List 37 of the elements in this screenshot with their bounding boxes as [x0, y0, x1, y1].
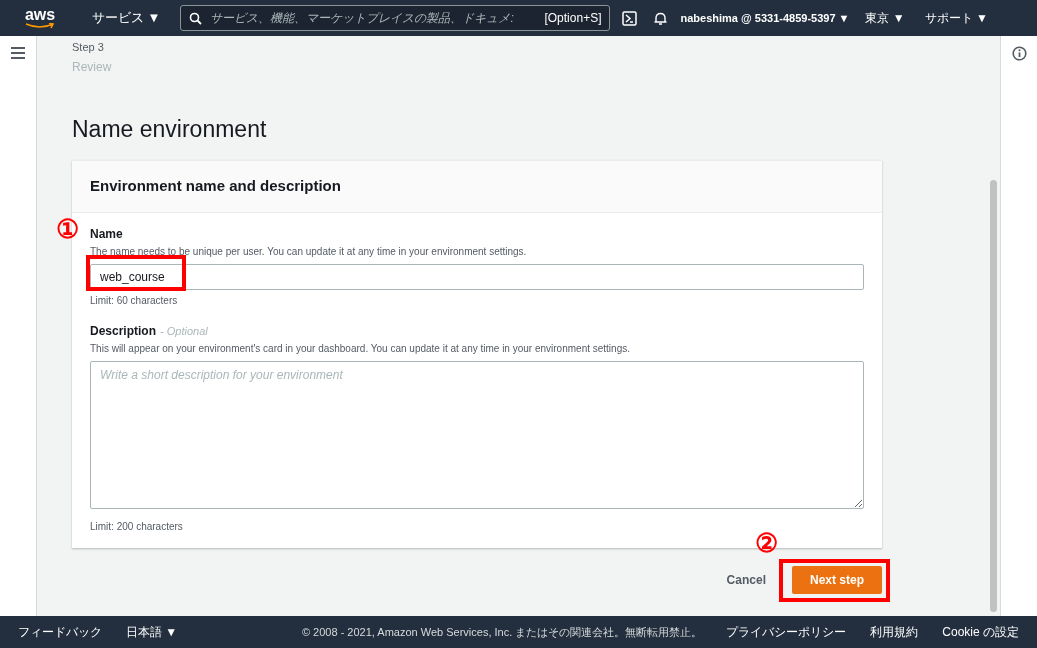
- search-icon: [189, 11, 203, 25]
- aws-logo[interactable]: aws: [24, 7, 56, 23]
- smile-arrow-icon: [25, 23, 55, 29]
- services-menu[interactable]: サービス ▼: [80, 8, 173, 28]
- optional-tag: - Optional: [160, 323, 208, 340]
- cancel-button[interactable]: Cancel: [726, 571, 766, 589]
- scrollbar[interactable]: [990, 180, 997, 612]
- annotation-number: ②: [755, 530, 778, 556]
- bell-icon[interactable]: [653, 10, 669, 26]
- account-menu[interactable]: nabeshima @ 5331-4859-5397 ▼: [680, 9, 850, 27]
- terminal-icon[interactable]: [622, 10, 638, 26]
- description-textarea[interactable]: Write a short description for your environment: [90, 361, 864, 509]
- feedback-link[interactable]: フィードバック: [18, 623, 102, 641]
- region-menu[interactable]: 東京 ▼: [865, 9, 905, 27]
- annotation-number: ①: [56, 216, 79, 242]
- footer-link[interactable]: プライバシーポリシー: [726, 623, 847, 641]
- footer-link[interactable]: 利用規約: [870, 623, 919, 641]
- page-title: Name environment: [72, 114, 268, 144]
- field-constraint: Limit: 60 characters: [90, 294, 179, 308]
- field-constraint: Limit: 200 characters: [90, 520, 184, 534]
- name-input[interactable]: web_course: [90, 264, 864, 290]
- card-title: Environment name and description: [90, 176, 341, 197]
- field-label: Description: [90, 323, 156, 340]
- copyright-text: © 2008 - 2021, Amazon Web Services, Inc. またはその関連会社。無断転用禁止。: [301, 624, 703, 640]
- footer-link[interactable]: Cookie の設定: [942, 623, 1019, 641]
- field-hint: This will appear on your environment's card in your dashboard. You can update it at any time in your environment settings.: [90, 342, 631, 356]
- field-hint: The name needs to be unique per user. You can update it at any time in your environment settings.: [90, 245, 528, 259]
- menu-icon[interactable]: [11, 47, 25, 59]
- language-menu[interactable]: 日本語 ▼: [126, 623, 178, 641]
- support-menu[interactable]: サポート ▼: [924, 9, 988, 27]
- search-input[interactable]: サービス、機能、マーケットプレイスの製品、ドキュメ:: [210, 9, 537, 27]
- step-name: Review: [72, 58, 113, 76]
- search-field[interactable]: サービス、機能、マーケットプレイスの製品、ドキュメ: [Option+S]: [180, 5, 611, 31]
- info-icon[interactable]: [1011, 46, 1027, 61]
- field-label: Name: [90, 226, 123, 243]
- step-label: Step 3: [72, 40, 105, 55]
- shortcut-hint: [Option+S]: [544, 10, 602, 27]
